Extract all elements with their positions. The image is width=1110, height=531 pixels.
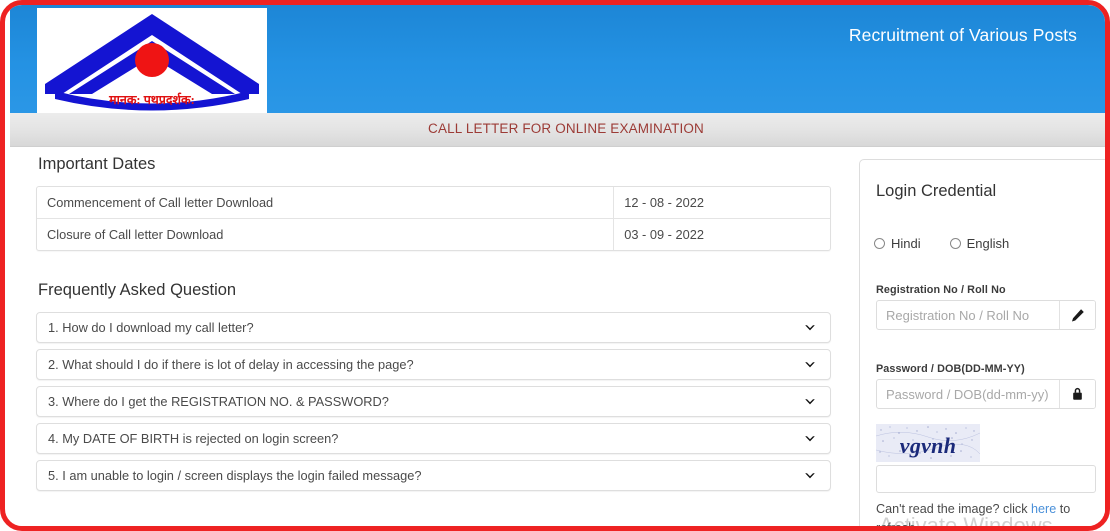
faq-question-label: 3. Where do I get the REGISTRATION NO. &… (48, 394, 389, 409)
important-dates-table: Commencement of Call letter Download 12 … (36, 186, 831, 251)
registration-field-label: Registration No / Roll No (876, 284, 1006, 296)
lock-icon[interactable] (1059, 380, 1095, 408)
exam-title: CALL LETTER FOR ONLINE EXAMINATION (428, 121, 704, 136)
date-value: 03 - 09 - 2022 (624, 227, 704, 242)
faq-item-2[interactable]: 2. What should I do if there is lot of d… (36, 349, 831, 380)
registration-input-group[interactable] (876, 300, 1096, 330)
important-dates-heading: Important Dates (38, 155, 156, 173)
login-panel: Login Credential Hindi English Registrat… (859, 159, 1105, 526)
login-panel-title: Login Credential (876, 182, 997, 200)
faq-question-label: 1. How do I download my call letter? (48, 320, 254, 335)
date-label: Closure of Call letter Download (37, 219, 615, 250)
refresh-note-prefix: Can't read the image? click (876, 502, 1032, 516)
date-label: Commencement of Call letter Download (37, 187, 615, 219)
radio-english-label: English (966, 236, 1010, 251)
chevron-down-icon[interactable] (803, 358, 817, 372)
faq-item-1[interactable]: 1. How do I download my call letter? (36, 312, 831, 343)
faq-item-3[interactable]: 3. Where do I get the REGISTRATION NO. &… (36, 386, 831, 417)
faq-question-label: 4. My DATE OF BIRTH is rejected on login… (48, 431, 339, 446)
password-field-label: Password / DOB(DD-MM-YY) (876, 363, 1025, 375)
radio-hindi-label: Hindi (891, 236, 921, 251)
faq-question-label: 2. What should I do if there is lot of d… (48, 357, 414, 372)
main-content: Important Dates Commencement of Call let… (10, 147, 1105, 526)
bis-logo-mark: मानक: पथप्रदर्शक: (37, 8, 267, 113)
logo-motto-text: मानक: पथप्रदर्शक: (108, 92, 195, 107)
chevron-down-icon[interactable] (803, 395, 817, 409)
faq-item-5[interactable]: 5. I am unable to login / screen display… (36, 460, 831, 491)
faq-list: 1. How do I download my call letter? 2. … (36, 312, 836, 491)
table-row: Commencement of Call letter Download 12 … (37, 187, 830, 219)
chevron-down-icon[interactable] (803, 321, 817, 335)
page-frame: मानक: पथप्रदर्शक: Recruitment of Various… (0, 0, 1110, 531)
faq-heading: Frequently Asked Question (38, 281, 237, 299)
radio-circle-icon[interactable] (949, 238, 961, 249)
chevron-down-icon[interactable] (803, 432, 817, 446)
chevron-down-icon[interactable] (803, 469, 817, 483)
site-header: मानक: पथप्रदर्शक: Recruitment of Various… (10, 5, 1105, 113)
captcha-input[interactable] (876, 465, 1096, 493)
faq-item-4[interactable]: 4. My DATE OF BIRTH is rejected on login… (36, 423, 831, 454)
pencil-icon[interactable] (1059, 301, 1095, 329)
radio-circle-icon[interactable] (874, 238, 885, 249)
left-column: Important Dates Commencement of Call let… (36, 155, 836, 497)
table-row: Closure of Call letter Download 03 - 09 … (37, 219, 830, 250)
password-input[interactable] (877, 380, 1059, 408)
captcha-refresh-note: Can't read the image? click here to refr… (876, 500, 1100, 526)
captcha-image: vgvnh (876, 424, 980, 462)
captcha-text: vgvnh (899, 433, 957, 458)
registration-input[interactable] (877, 301, 1059, 329)
password-input-group[interactable] (876, 379, 1096, 409)
captcha-refresh-link[interactable]: here (1031, 502, 1056, 516)
faq-question-label: 5. I am unable to login / screen display… (48, 468, 422, 483)
page-title: Recruitment of Various Posts (848, 25, 1077, 45)
language-selector: Hindi English (874, 236, 1009, 251)
subtitle-bar: CALL LETTER FOR ONLINE EXAMINATION (10, 113, 1105, 147)
bis-logo: मानक: पथप्रदर्शक: (37, 8, 267, 113)
date-value: 12 - 08 - 2022 (614, 187, 830, 219)
radio-hindi[interactable]: Hindi (874, 236, 921, 251)
radio-english[interactable]: English (949, 236, 1010, 251)
